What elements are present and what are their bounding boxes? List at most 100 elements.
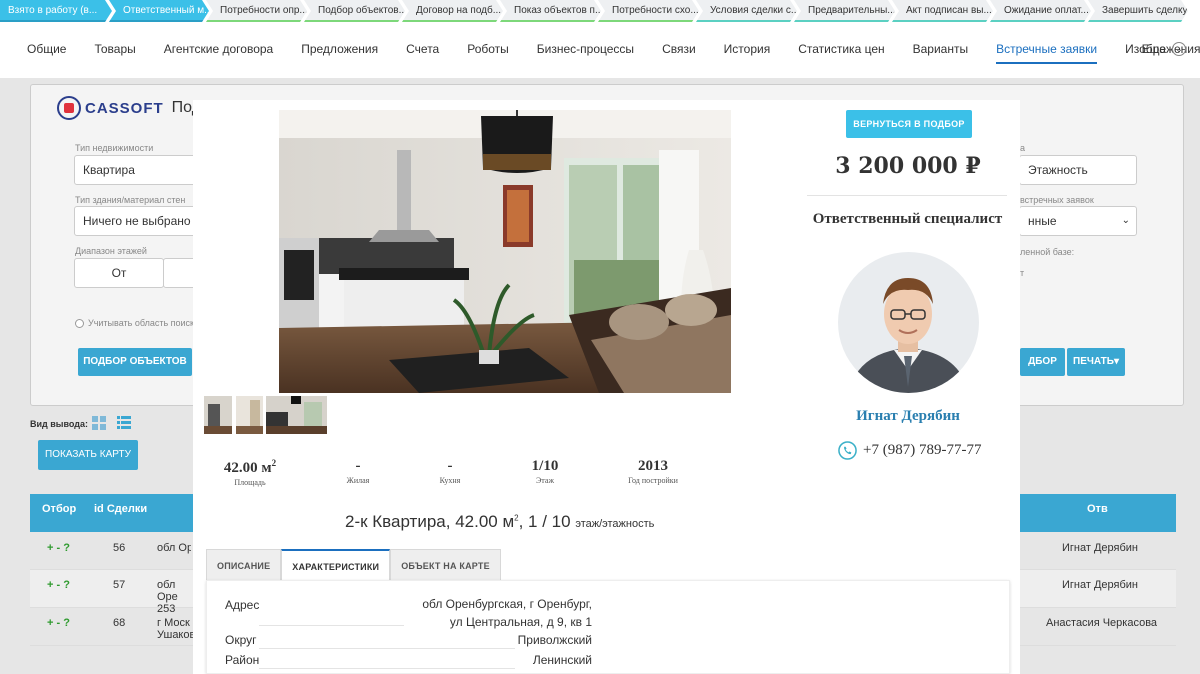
stat-label: Жилая	[346, 476, 370, 485]
column-deal-id: id Сделки	[94, 503, 148, 515]
row-responsible: Игнат Дерябин	[1062, 579, 1139, 591]
stat-label: Год постройки	[628, 476, 678, 485]
stage-item[interactable]: Потребности опр...	[206, 0, 307, 22]
floors-count-input[interactable]: Этажность	[1019, 155, 1137, 185]
show-map-button[interactable]: ПОКАЗАТЬ КАРТУ	[38, 440, 138, 470]
stat-value: -	[355, 458, 361, 474]
stage-item[interactable]: Ответственный м...	[109, 0, 209, 22]
tabs-more-label: Еще	[1141, 42, 1166, 56]
row-responsible: Игнат Дерябин	[1062, 542, 1139, 554]
column-select: Отбор	[42, 503, 77, 515]
row-actions[interactable]: + - ?	[47, 542, 70, 554]
grid-view-icon[interactable]	[92, 416, 106, 430]
database-label: ленной базе:	[1020, 247, 1075, 257]
stat-area: 42.00 м2 Площадь	[205, 458, 295, 487]
row-actions[interactable]: + - ?	[47, 617, 70, 629]
select-objects-button[interactable]: ПОДБОР ОБЪЕКТОВ	[78, 348, 192, 376]
row-address: г Моск Ушаков	[157, 617, 195, 641]
right-filter-label: а	[1020, 143, 1026, 153]
photo-thumbnail[interactable]	[236, 396, 263, 434]
tab-products[interactable]: Товары	[94, 36, 135, 64]
prop-label-district: Округ	[225, 633, 257, 647]
stat-value: 1/10	[531, 458, 559, 474]
agent-phone[interactable]: +7 (987) 789-77-77	[838, 441, 981, 460]
property-card-modal: ВЕРНУТЬСЯ В ПОДБОР 3 200 000 ₽ Ответстве…	[193, 100, 1020, 674]
cassoft-logo: CASSOFT Под	[57, 96, 201, 120]
characteristics-panel: Адрес обл Оренбургская, г Оренбург, ул Ц…	[206, 580, 1010, 674]
stat-living-area: - Жилая	[313, 458, 403, 485]
tab-agency-contracts[interactable]: Агентские договора	[164, 36, 273, 64]
tab-robots[interactable]: Роботы	[467, 36, 509, 64]
property-type-select[interactable]: Квартира	[74, 155, 204, 185]
phone-icon	[838, 441, 857, 460]
tab-counter-requests[interactable]: Встречные заявки	[996, 36, 1098, 64]
property-price: 3 200 000 ₽	[835, 153, 981, 179]
stat-label: Этаж	[536, 476, 554, 485]
tab-characteristics[interactable]: ХАРАКТЕРИСТИКИ	[281, 549, 391, 581]
floor-from-input[interactable]: От	[74, 258, 164, 288]
property-type-label: Тип недвижимости	[75, 143, 154, 153]
tab-description[interactable]: ОПИСАНИЕ	[206, 549, 282, 581]
row-deal-id: 56	[113, 542, 126, 554]
row-deal-id: 68	[113, 617, 126, 629]
tab-general[interactable]: Общие	[27, 36, 66, 64]
prop-label-address: Адрес	[225, 598, 260, 612]
stat-label: Площадь	[234, 478, 266, 487]
stat-label: Кухня	[439, 476, 461, 485]
agent-photo	[838, 252, 979, 393]
search-area-option[interactable]: Учитывать область поиск	[75, 318, 194, 328]
property-summary: 2-к Квартира, 42.00 м2, 1 / 10 этаж/этаж…	[345, 512, 655, 531]
stage-item[interactable]: Подбор объектов...	[304, 0, 405, 22]
divider	[259, 668, 515, 669]
tab-object-on-map[interactable]: ОБЪЕКТ НА КАРТЕ	[390, 549, 501, 581]
responsible-specialist-heading: Ответственный специалист	[812, 211, 1003, 227]
stat-value: -	[447, 458, 453, 474]
stat-floor: 1/10 Этаж	[500, 458, 590, 485]
interior-photo-image	[279, 110, 731, 393]
search-area-label: Учитывать область поиск	[88, 318, 194, 328]
database-value: т	[1020, 268, 1025, 278]
stage-item[interactable]: Условия сделки с...	[696, 0, 797, 22]
counter-requests-select[interactable]: нные ⌄	[1019, 206, 1137, 236]
thumbnail-image	[266, 396, 327, 434]
back-to-selection-button[interactable]: ВЕРНУТЬСЯ В ПОДБОР	[846, 110, 972, 138]
tab-business-processes[interactable]: Бизнес-процессы	[537, 36, 634, 64]
stat-kitchen: - Кухня	[405, 458, 495, 485]
stage-item[interactable]: Взято в работу (в...	[0, 0, 112, 22]
stage-item[interactable]: Потребности схо...	[598, 0, 699, 22]
cassoft-logo-icon	[57, 96, 81, 120]
prop-value-address: обл Оренбургская, г Оренбург, ул Централ…	[422, 597, 592, 629]
logo-text: CASSOFT	[85, 99, 164, 117]
print-button[interactable]: ПЕЧАТЬ▾	[1067, 348, 1125, 376]
select-right-button[interactable]: ДБОР	[1020, 348, 1065, 376]
stage-item[interactable]: Завершить сделку	[1088, 0, 1188, 22]
building-type-select[interactable]: Ничего не выбрано	[74, 206, 204, 236]
tab-price-stats[interactable]: Статистика цен	[798, 36, 884, 64]
prop-label-area: Район	[225, 653, 260, 667]
stage-item[interactable]: Ожидание оплат...	[990, 0, 1091, 22]
row-actions[interactable]: + - ?	[47, 579, 70, 591]
tab-variants[interactable]: Варианты	[913, 36, 968, 64]
tabs-more-button[interactable]: Еще ⌄	[1142, 42, 1186, 56]
divider	[259, 648, 515, 649]
photo-thumbnail-active[interactable]	[266, 396, 327, 434]
photo-thumbnail[interactable]	[204, 396, 232, 434]
tab-history[interactable]: История	[724, 36, 771, 64]
tab-invoices[interactable]: Счета	[406, 36, 439, 64]
main-property-photo[interactable]	[279, 110, 731, 393]
chevron-down-icon: ⌄	[1121, 215, 1130, 226]
chevron-down-icon: ⌄	[1172, 42, 1186, 56]
agent-name[interactable]: Игнат Дерябин	[808, 408, 1008, 425]
counter-requests-value: нные	[1028, 214, 1057, 228]
caret-down-icon: ▾	[1113, 356, 1119, 367]
tab-offers[interactable]: Предложения	[301, 36, 378, 64]
stage-item[interactable]: Показ объектов п...	[500, 0, 601, 22]
stage-item[interactable]: Договор на подб...	[402, 0, 503, 22]
tab-links[interactable]: Связи	[662, 36, 696, 64]
thumbnail-image	[204, 396, 232, 434]
stage-item[interactable]: Акт подписан вы...	[892, 0, 993, 22]
list-view-icon[interactable]	[117, 416, 131, 430]
stage-item[interactable]: Предварительны...	[794, 0, 895, 22]
column-responsible: Отв	[1087, 503, 1108, 515]
stat-year-built: 2013 Год постройки	[608, 458, 698, 485]
